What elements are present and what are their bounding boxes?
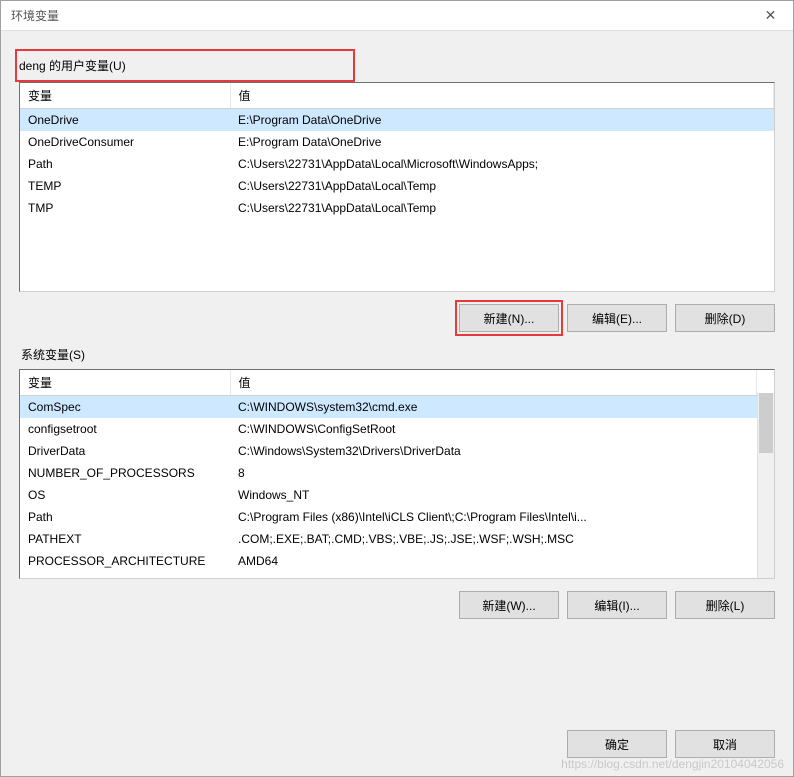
cell-var: OS xyxy=(20,484,230,506)
system-vars-table[interactable]: 变量 值 ComSpec C:\WINDOWS\system32\cmd.exe… xyxy=(20,370,757,572)
cell-val: C:\Windows\System32\Drivers\DriverData xyxy=(230,440,757,462)
edit-user-var-button[interactable]: 编辑(E)... xyxy=(567,304,667,332)
system-vars-section: 系统变量(S) 变量 值 ComSpec C:\W xyxy=(19,346,775,619)
edit-system-var-button[interactable]: 编辑(I)... xyxy=(567,591,667,619)
system-vars-label: 系统变量(S) xyxy=(19,346,775,363)
cell-val: C:\Program Files (x86)\Intel\iCLS Client… xyxy=(230,506,757,528)
scroll-thumb[interactable] xyxy=(759,393,773,453)
table-row[interactable]: TMP C:\Users\22731\AppData\Local\Temp xyxy=(20,197,774,219)
cell-var: Path xyxy=(20,506,230,528)
ok-button[interactable]: 确定 xyxy=(567,730,667,758)
table-row[interactable]: OneDriveConsumer E:\Program Data\OneDriv… xyxy=(20,131,774,153)
cell-var: Path xyxy=(20,153,230,175)
table-row[interactable]: Path C:\Users\22731\AppData\Local\Micros… xyxy=(20,153,774,175)
table-row[interactable]: PROCESSOR_ARCHITECTURE AMD64 xyxy=(20,550,757,572)
cell-val: 8 xyxy=(230,462,757,484)
cell-var: OneDrive xyxy=(20,109,230,131)
table-row[interactable]: configsetroot C:\WINDOWS\ConfigSetRoot xyxy=(20,418,757,440)
cancel-button[interactable]: 取消 xyxy=(675,730,775,758)
cell-val: C:\Users\22731\AppData\Local\Temp xyxy=(230,175,774,197)
cell-val: AMD64 xyxy=(230,550,757,572)
cell-var: PROCESSOR_ARCHITECTURE xyxy=(20,550,230,572)
table-row[interactable]: NUMBER_OF_PROCESSORS 8 xyxy=(20,462,757,484)
cell-val: C:\WINDOWS\ConfigSetRoot xyxy=(230,418,757,440)
cell-val: E:\Program Data\OneDrive xyxy=(230,109,774,131)
cell-var: ComSpec xyxy=(20,396,230,418)
cell-var: NUMBER_OF_PROCESSORS xyxy=(20,462,230,484)
new-user-var-button[interactable]: 新建(N)... xyxy=(459,304,559,332)
table-row[interactable]: OneDrive E:\Program Data\OneDrive xyxy=(20,109,774,131)
cell-var: configsetroot xyxy=(20,418,230,440)
user-vars-section: deng 的用户变量(U) 变量 值 OneDrive E:\Program D… xyxy=(19,49,775,332)
col-header-variable[interactable]: 变量 xyxy=(20,83,230,109)
table-row[interactable]: Path C:\Program Files (x86)\Intel\iCLS C… xyxy=(20,506,757,528)
cell-val: E:\Program Data\OneDrive xyxy=(230,131,774,153)
cell-val: C:\Users\22731\AppData\Local\Microsoft\W… xyxy=(230,153,774,175)
table-row[interactable]: OS Windows_NT xyxy=(20,484,757,506)
window-title: 环境变量 xyxy=(11,7,59,24)
titlebar: 环境变量 ✕ xyxy=(1,1,793,31)
env-vars-dialog: 环境变量 ✕ deng 的用户变量(U) 变量 值 OneDrive xyxy=(0,0,794,777)
cell-var: PATHEXT xyxy=(20,528,230,550)
table-row[interactable]: PATHEXT .COM;.EXE;.BAT;.CMD;.VBS;.VBE;.J… xyxy=(20,528,757,550)
table-row[interactable]: TEMP C:\Users\22731\AppData\Local\Temp xyxy=(20,175,774,197)
dialog-content: deng 的用户变量(U) 变量 值 OneDrive E:\Program D… xyxy=(1,31,793,724)
col-header-value[interactable]: 值 xyxy=(230,83,774,109)
cell-var: DriverData xyxy=(20,440,230,462)
cell-val: C:\WINDOWS\system32\cmd.exe xyxy=(230,396,757,418)
system-vars-table-container: 变量 值 ComSpec C:\WINDOWS\system32\cmd.exe… xyxy=(19,369,775,579)
col-header-variable[interactable]: 变量 xyxy=(20,370,230,396)
cell-val: Windows_NT xyxy=(230,484,757,506)
close-icon[interactable]: ✕ xyxy=(748,1,793,31)
cell-var: TEMP xyxy=(20,175,230,197)
cell-var: TMP xyxy=(20,197,230,219)
col-header-value[interactable]: 值 xyxy=(230,370,757,396)
cell-val: .COM;.EXE;.BAT;.CMD;.VBS;.VBE;.JS;.JSE;.… xyxy=(230,528,757,550)
system-vars-buttons: 新建(W)... 编辑(I)... 删除(L) xyxy=(19,591,775,619)
vertical-scrollbar[interactable] xyxy=(757,393,774,578)
table-row[interactable]: DriverData C:\Windows\System32\Drivers\D… xyxy=(20,440,757,462)
new-system-var-button[interactable]: 新建(W)... xyxy=(459,591,559,619)
delete-system-var-button[interactable]: 删除(L) xyxy=(675,591,775,619)
table-row[interactable]: ComSpec C:\WINDOWS\system32\cmd.exe xyxy=(20,396,757,418)
cell-var: OneDriveConsumer xyxy=(20,131,230,153)
delete-user-var-button[interactable]: 删除(D) xyxy=(675,304,775,332)
user-vars-table-container: 变量 值 OneDrive E:\Program Data\OneDrive O… xyxy=(19,82,775,292)
user-vars-table[interactable]: 变量 值 OneDrive E:\Program Data\OneDrive O… xyxy=(20,83,774,219)
dialog-buttons: 确定 取消 xyxy=(1,724,793,776)
user-vars-label: deng 的用户变量(U) xyxy=(15,49,355,82)
cell-val: C:\Users\22731\AppData\Local\Temp xyxy=(230,197,774,219)
user-vars-buttons: 新建(N)... 编辑(E)... 删除(D) xyxy=(19,304,775,332)
